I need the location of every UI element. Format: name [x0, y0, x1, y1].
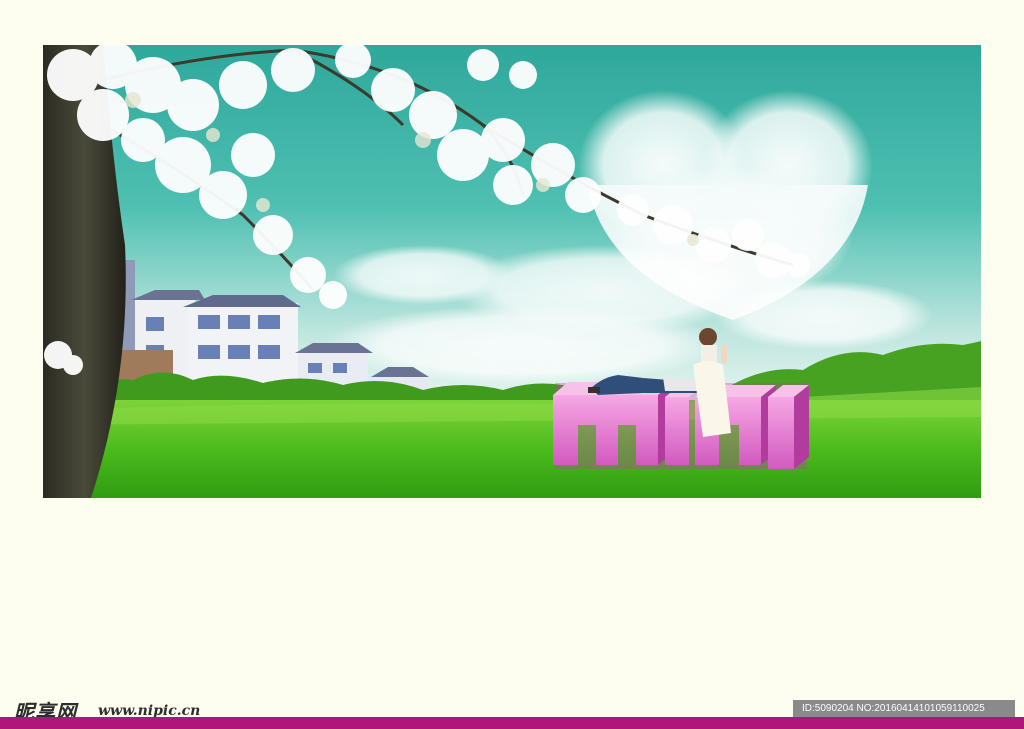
bottom-accent-bar	[0, 717, 1024, 729]
image-id-strip: ID:5090204 NO:20160414101059110025	[793, 700, 1015, 718]
photo-scene: mini	[43, 45, 981, 498]
